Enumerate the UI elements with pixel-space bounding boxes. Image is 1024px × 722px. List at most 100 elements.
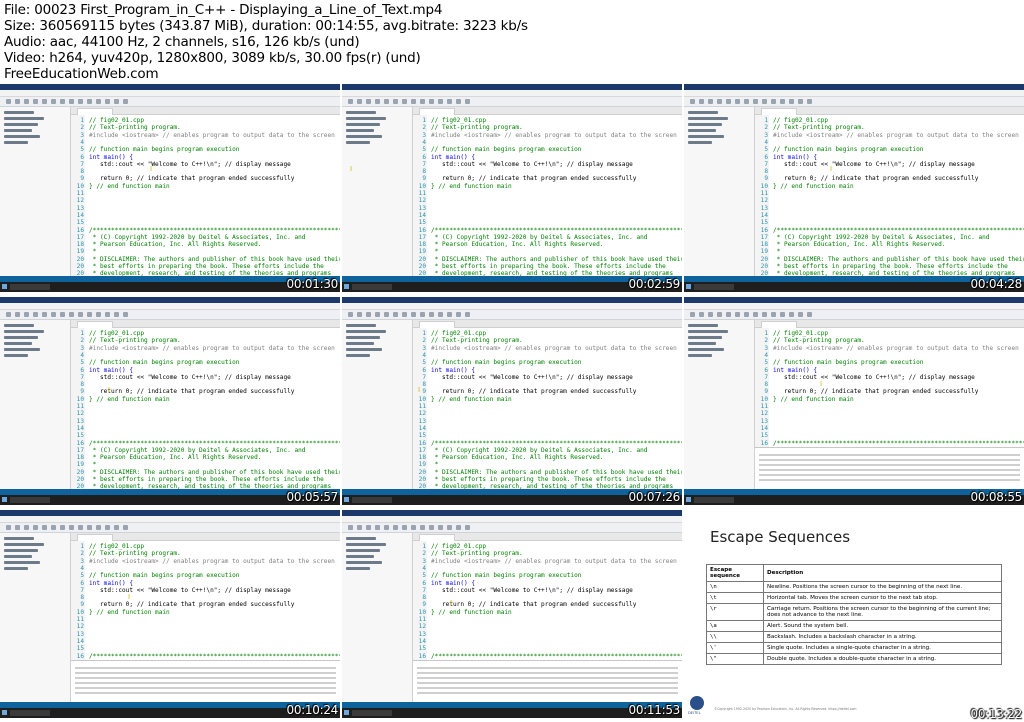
code-line: return 0; // indicate that program ended… xyxy=(773,175,979,183)
line-number: 16 xyxy=(76,439,84,447)
tree-item xyxy=(688,354,712,357)
line-number: 2 xyxy=(80,550,84,558)
line-number: 8 xyxy=(80,594,84,602)
toolbar-icon xyxy=(402,525,407,530)
output-line xyxy=(759,459,1020,461)
windows-start-icon xyxy=(344,710,349,715)
code-line: } // end function main xyxy=(431,608,512,616)
menu-bar xyxy=(342,303,682,310)
toolbar-icon xyxy=(690,312,695,317)
line-number: 1 xyxy=(80,330,84,337)
solution-explorer xyxy=(342,107,413,276)
code-line: // Text-printing program. xyxy=(431,124,523,132)
code-line: std::cout << "Welcome to C++!\n"; // dis… xyxy=(89,373,291,381)
code-line: /***************************************… xyxy=(431,652,682,660)
line-number: 3 xyxy=(80,557,84,565)
line-number: 15 xyxy=(760,432,768,440)
output-line xyxy=(75,692,336,694)
solution-explorer xyxy=(0,320,71,489)
code-line: * best efforts in preparing the book. Th… xyxy=(431,476,682,483)
line-number: 14 xyxy=(76,211,84,219)
description-cell: Alert. Sound the system bell. xyxy=(763,620,1002,632)
line-number: 1 xyxy=(422,543,426,550)
code-line: * best efforts in preparing the book. Th… xyxy=(773,263,1024,270)
line-number: 16 xyxy=(418,439,426,447)
line-number: 20 xyxy=(418,476,426,483)
toolbar-icon xyxy=(438,99,443,104)
line-number: 7 xyxy=(80,160,84,168)
line-number: 16 xyxy=(418,652,426,660)
solution-explorer xyxy=(684,107,755,276)
code-line: std::cout << "Welcome to C++!\n"; // dis… xyxy=(89,160,291,168)
line-number: 3 xyxy=(80,131,84,139)
output-line xyxy=(75,687,336,689)
toolbar-icon xyxy=(24,312,29,317)
line-number: 11 xyxy=(76,190,84,197)
line-number: 11 xyxy=(418,190,426,197)
code-line: std::cout << "Welcome to C++!\n"; // dis… xyxy=(773,373,975,381)
line-number: 9 xyxy=(764,388,768,396)
toolbar-icon xyxy=(366,312,371,317)
editor-tab xyxy=(77,321,113,328)
editor-tab xyxy=(761,108,797,115)
table-header-row: Escape sequence Description xyxy=(706,564,1002,582)
line-number: 6 xyxy=(764,366,768,374)
code-editor: 1 // fig02_01.cpp 2 // Text-printing progra… xyxy=(413,115,682,276)
line-number: 20 xyxy=(76,476,84,483)
toolbar-icon xyxy=(6,525,11,530)
line-number: 12 xyxy=(76,410,84,418)
line-number: 4 xyxy=(80,564,84,572)
tree-item xyxy=(346,129,374,132)
line-number: 17 xyxy=(76,446,84,454)
table-row: \n Newline. Positions the screen cursor t… xyxy=(706,581,1002,593)
line-number: 6 xyxy=(80,153,84,161)
tree-item xyxy=(688,117,728,120)
toolbar-icon xyxy=(726,312,731,317)
line-number: 20 xyxy=(76,263,84,270)
table-row: \" Double quote. Includes a double-quote … xyxy=(706,653,1002,665)
solution-explorer xyxy=(684,320,755,489)
video-line: Video: h264, yuv420p, 1280x800, 3089 kb/… xyxy=(4,50,421,66)
toolbar xyxy=(342,310,682,320)
code-line: // Text-printing program. xyxy=(89,124,181,132)
output-line xyxy=(75,667,336,669)
code-line: #include <iostream> // enables program t… xyxy=(89,557,335,565)
tree-item xyxy=(688,135,724,138)
mouse-cursor-icon: I xyxy=(418,386,421,394)
line-number: 9 xyxy=(422,601,426,609)
tree-item xyxy=(346,567,370,570)
code-line: int main() { xyxy=(89,366,134,374)
tree-item xyxy=(346,111,376,114)
line-number: 13 xyxy=(760,417,768,425)
line-number: 10 xyxy=(418,395,426,403)
line-number: 1 xyxy=(422,117,426,124)
toolbar-icon xyxy=(366,525,371,530)
line-number: 18 xyxy=(418,454,426,462)
toolbar-icon xyxy=(33,99,38,104)
tree-item xyxy=(346,543,386,546)
editor-tabs xyxy=(413,533,682,541)
toolbar-icon xyxy=(717,99,722,104)
toolbar-icon xyxy=(87,99,92,104)
toolbar xyxy=(342,523,682,533)
line-number: 8 xyxy=(764,381,768,389)
code-line: // fig02_01.cpp xyxy=(89,117,145,124)
slide-copyright: ©Copyright 1992-2020 by Pearson Educatio… xyxy=(714,707,857,711)
line-number: 15 xyxy=(76,432,84,440)
toolbar-icon xyxy=(771,312,776,317)
line-number: 11 xyxy=(760,190,768,197)
toolbar-icon xyxy=(123,525,128,530)
toolbar-icon xyxy=(15,525,20,530)
mouse-cursor-icon: I xyxy=(830,165,833,173)
menu-bar xyxy=(342,90,682,97)
table-row: \t Horizontal tab. Moves the screen curso… xyxy=(706,592,1002,604)
code-line: * best efforts in preparing the book. Th… xyxy=(431,263,682,270)
output-panel xyxy=(71,660,340,703)
line-number: 14 xyxy=(76,424,84,432)
line-number: 9 xyxy=(80,175,84,183)
toolbar-icon xyxy=(384,525,389,530)
code-line: } // end function main xyxy=(773,395,854,403)
output-line xyxy=(759,464,1020,466)
taskbar-search xyxy=(352,497,392,503)
windows-start-icon xyxy=(344,497,349,502)
